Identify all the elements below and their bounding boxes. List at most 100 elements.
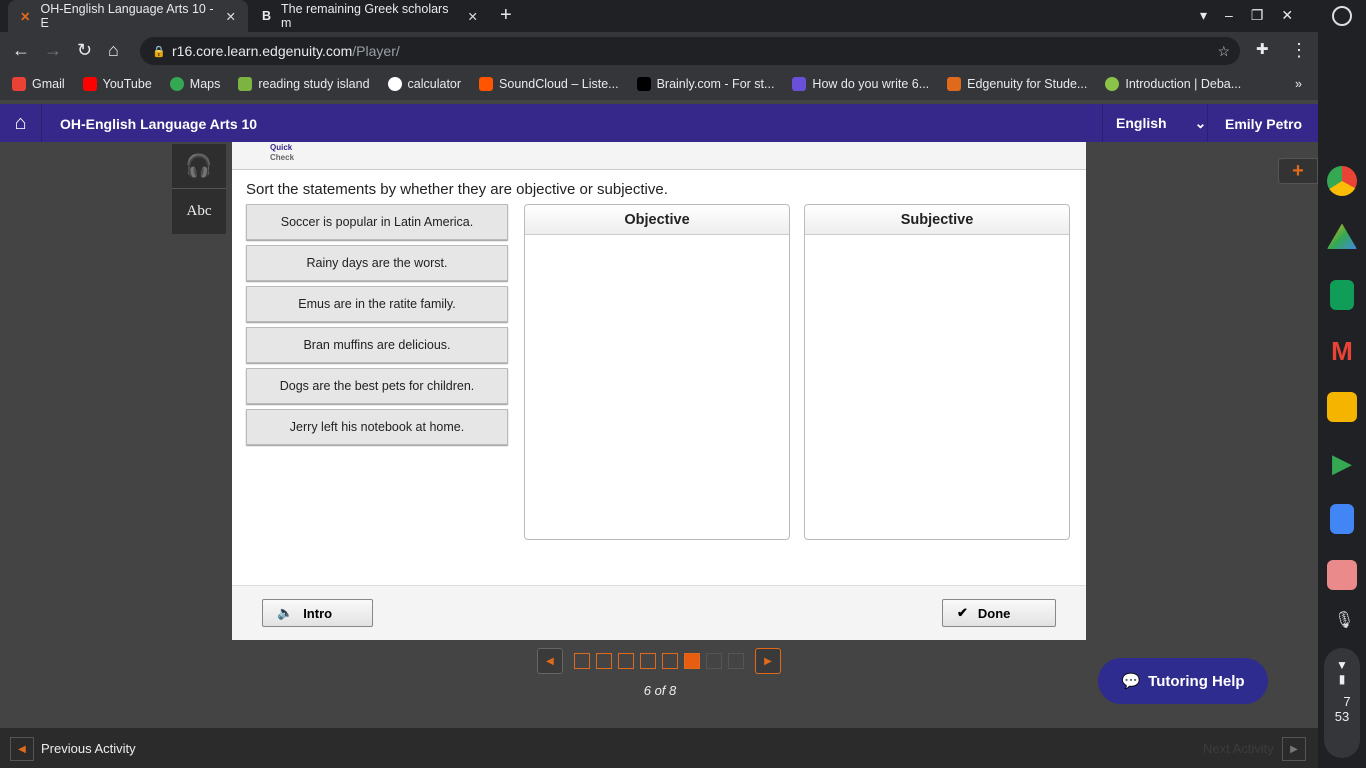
tab-edgenuity[interactable]: ✕ OH-English Language Arts 10 - E ✕ [8, 0, 248, 32]
page-5[interactable] [662, 653, 678, 669]
done-button[interactable]: ✔ Done [942, 599, 1056, 627]
course-header: ⌂ OH-English Language Arts 10 English ⌄ E… [0, 104, 1318, 142]
next-activity-icon: ▶ [1282, 737, 1306, 761]
page-indicator: 6 of 8 [643, 683, 677, 698]
bookmark[interactable]: Introduction | Deba... [1105, 77, 1241, 91]
activity-nav-footer: ◀ Previous Activity Next Activity ▶ [0, 728, 1318, 768]
page-7[interactable] [706, 653, 722, 669]
page-3[interactable] [618, 653, 634, 669]
add-button[interactable]: + [1278, 158, 1318, 184]
gmail-icon[interactable]: M [1327, 336, 1357, 366]
home-icon[interactable]: ⌂ [108, 40, 119, 61]
microphone-icon[interactable]: 🎙 [1334, 610, 1354, 630]
bookmark[interactable]: How do you write 6... [792, 77, 929, 91]
statement-card[interactable]: Jerry left his notebook at home. [246, 409, 508, 445]
speaker-icon: 🔈 [277, 605, 294, 620]
bookmarks-bar: Gmail YouTube Maps reading study island … [0, 68, 1318, 100]
checkmark-icon: ✔ [957, 605, 968, 620]
tab-brainly[interactable]: B The remaining Greek scholars m ✕ [250, 0, 490, 32]
edgenuity-icon: ✕ [20, 9, 31, 24]
course-title: OH-English Language Arts 10 [60, 116, 258, 132]
bookmark[interactable]: Brainly.com - For st... [636, 77, 775, 91]
bookmark[interactable]: Maps [169, 77, 220, 91]
page-4[interactable] [640, 653, 656, 669]
language-label: English [1116, 115, 1167, 131]
chevron-down-icon: ⌄ [1194, 114, 1207, 131]
bookmark-label: How do you write 6... [812, 77, 930, 91]
tab-title: OH-English Language Arts 10 - E [40, 2, 214, 30]
done-label: Done [977, 605, 1011, 621]
headphones-icon[interactable]: 🎧 [172, 144, 226, 189]
next-page-button[interactable]: ▶ [755, 648, 781, 674]
previous-activity-link[interactable]: Previous Activity [41, 741, 136, 756]
subjective-drop-zone[interactable]: Subjective [804, 204, 1070, 540]
status-tray[interactable]: ▼ ▮ 7 53 [1324, 648, 1360, 758]
bookmark-label: calculator [407, 77, 462, 91]
chrome-icon[interactable] [1327, 166, 1357, 196]
next-activity-link: Next Activity [1203, 741, 1274, 756]
tutoring-help-button[interactable]: 💬 Tutoring Help [1098, 658, 1268, 704]
extensions-icon[interactable]: ✚ [1256, 40, 1269, 58]
bookmark-label: Brainly.com - For st... [656, 77, 775, 91]
reload-icon[interactable]: ↻ [77, 40, 92, 61]
page-8[interactable] [728, 653, 744, 669]
activity-title-bar: Quick Check [232, 142, 1086, 170]
prev-page-button[interactable]: ◀ [537, 648, 563, 674]
dictionary-icon[interactable]: Abc [172, 189, 226, 234]
bookmark[interactable]: Edgenuity for Stude... [947, 77, 1087, 91]
new-tab-button[interactable]: + [500, 4, 512, 27]
user-name[interactable]: Emily Petro [1225, 116, 1302, 132]
more-bookmarks-icon[interactable]: » [1295, 77, 1302, 91]
classroom-icon[interactable] [1327, 392, 1357, 422]
menu-icon[interactable]: ⋮ [1290, 40, 1308, 61]
back-icon[interactable]: ← [12, 40, 30, 61]
bookmark[interactable]: Gmail [12, 77, 65, 91]
statement-card[interactable]: Bran muffins are delicious. [246, 327, 508, 363]
launcher-icon[interactable] [1332, 6, 1352, 26]
docs-icon[interactable] [1330, 504, 1354, 534]
badge-line: Check [270, 153, 295, 162]
window-controls[interactable]: ▾–❐✕ [1200, 7, 1311, 24]
close-tab-icon[interactable]: ✕ [468, 9, 478, 24]
objective-drop-zone[interactable]: Objective [524, 204, 790, 540]
star-icon[interactable]: ☆ [1217, 43, 1230, 60]
bookmark[interactable]: reading study island [238, 77, 370, 91]
intro-button[interactable]: 🔈 Intro [262, 599, 373, 627]
sheets-icon[interactable] [1330, 280, 1354, 310]
bookmark[interactable]: calculator [387, 77, 462, 91]
quick-check-badge: Quick Check [270, 143, 294, 163]
close-tab-icon[interactable]: ✕ [226, 9, 236, 24]
statement-card[interactable]: Emus are in the ratite family. [246, 286, 508, 322]
play-store-icon[interactable]: ▶ [1327, 448, 1357, 478]
bookmark-label: Edgenuity for Stude... [967, 77, 1088, 91]
intro-label: Intro [303, 605, 333, 621]
url-path: /Player/ [352, 43, 400, 59]
page-1[interactable] [574, 653, 590, 669]
language-select[interactable]: English ⌄ [1102, 104, 1208, 142]
bookmark-label: Introduction | Deba... [1125, 77, 1242, 91]
statement-card[interactable]: Soccer is popular in Latin America. [246, 204, 508, 240]
exit-icon[interactable] [1327, 560, 1357, 590]
tools-panel: 🎧 Abc [172, 144, 226, 234]
clock-minute: 53 [1334, 709, 1350, 724]
bookmark-label: reading study island [258, 77, 370, 91]
previous-activity-icon[interactable]: ◀ [10, 737, 34, 761]
wifi-icon: ▼ [1336, 658, 1348, 672]
address-bar[interactable]: 🔒 r16.core.learn.edgenuity.com/Player/ ☆ [140, 37, 1240, 65]
page-6-current[interactable] [684, 653, 700, 669]
page-2[interactable] [596, 653, 612, 669]
forward-icon[interactable]: → [44, 40, 62, 61]
bookmark-label: Gmail [32, 77, 65, 91]
statement-card[interactable]: Rainy days are the worst. [246, 245, 508, 281]
bookmark-label: YouTube [102, 77, 152, 91]
bookmark[interactable]: YouTube [82, 77, 152, 91]
tutoring-label: Tutoring Help [1148, 672, 1245, 690]
home-icon[interactable]: ⌂ [0, 104, 42, 142]
instruction: Sort the statements by whether they are … [246, 181, 668, 198]
bookmark-label: SoundCloud – Liste... [499, 77, 619, 91]
bin-header: Objective [525, 205, 789, 235]
bookmark[interactable]: SoundCloud – Liste... [479, 77, 619, 91]
statement-card[interactable]: Dogs are the best pets for children. [246, 368, 508, 404]
lock-icon: 🔒 [152, 45, 166, 58]
url-host: r16.core.learn.edgenuity.com [172, 43, 353, 59]
